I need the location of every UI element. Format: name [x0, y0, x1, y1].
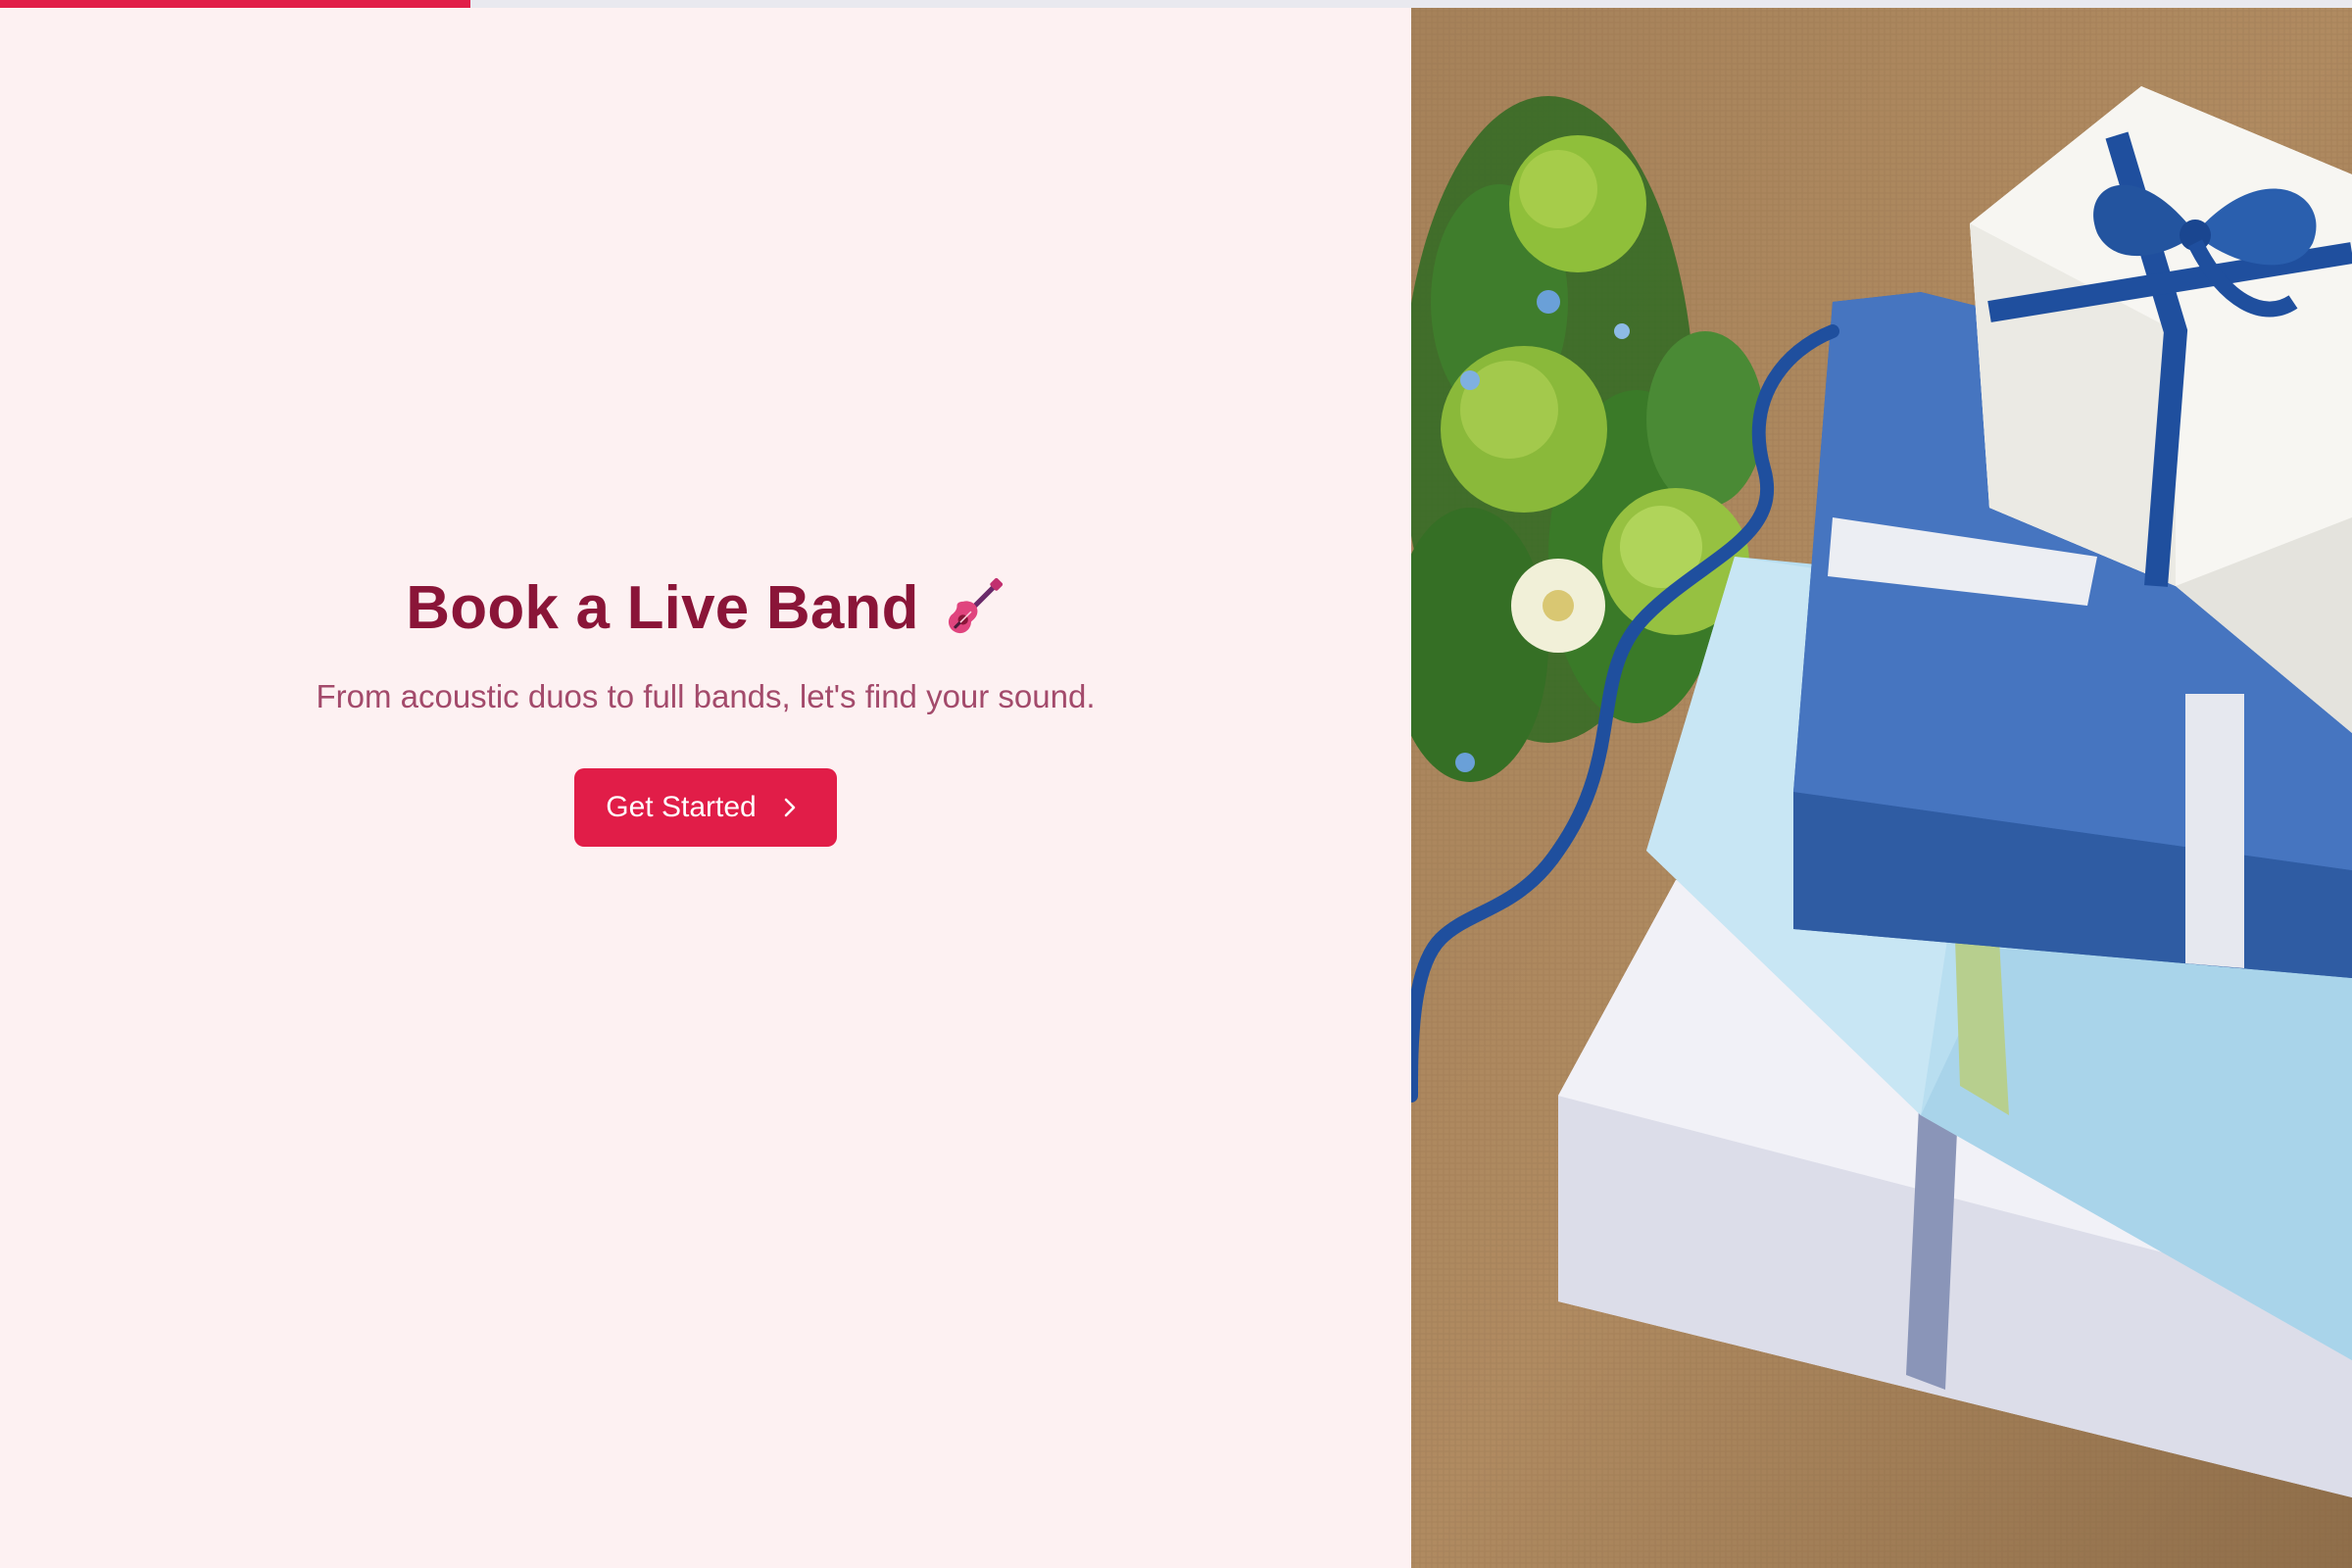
get-started-label: Get Started: [606, 790, 757, 823]
chevron-right-icon: [784, 798, 796, 816]
hero-image-gifts: [1411, 8, 2352, 1568]
subtitle: From acoustic duos to full bands, let's …: [316, 677, 1096, 714]
page-title: Book a Live Band: [406, 573, 919, 642]
onboarding-page: Book a Live Band From acoustic duos to f…: [0, 0, 2352, 1568]
progress-bar: [0, 0, 2352, 8]
welcome-panel: Book a Live Band From acoustic duos to f…: [0, 8, 1411, 1568]
hero: Book a Live Band From acoustic duos to f…: [316, 573, 1096, 847]
get-started-button[interactable]: Get Started: [574, 767, 837, 847]
title-row: Book a Live Band: [406, 573, 1004, 643]
progress-fill: [0, 0, 470, 8]
guitar-icon: [948, 577, 1003, 634]
gift-boxes-photo: [1411, 8, 2352, 1568]
